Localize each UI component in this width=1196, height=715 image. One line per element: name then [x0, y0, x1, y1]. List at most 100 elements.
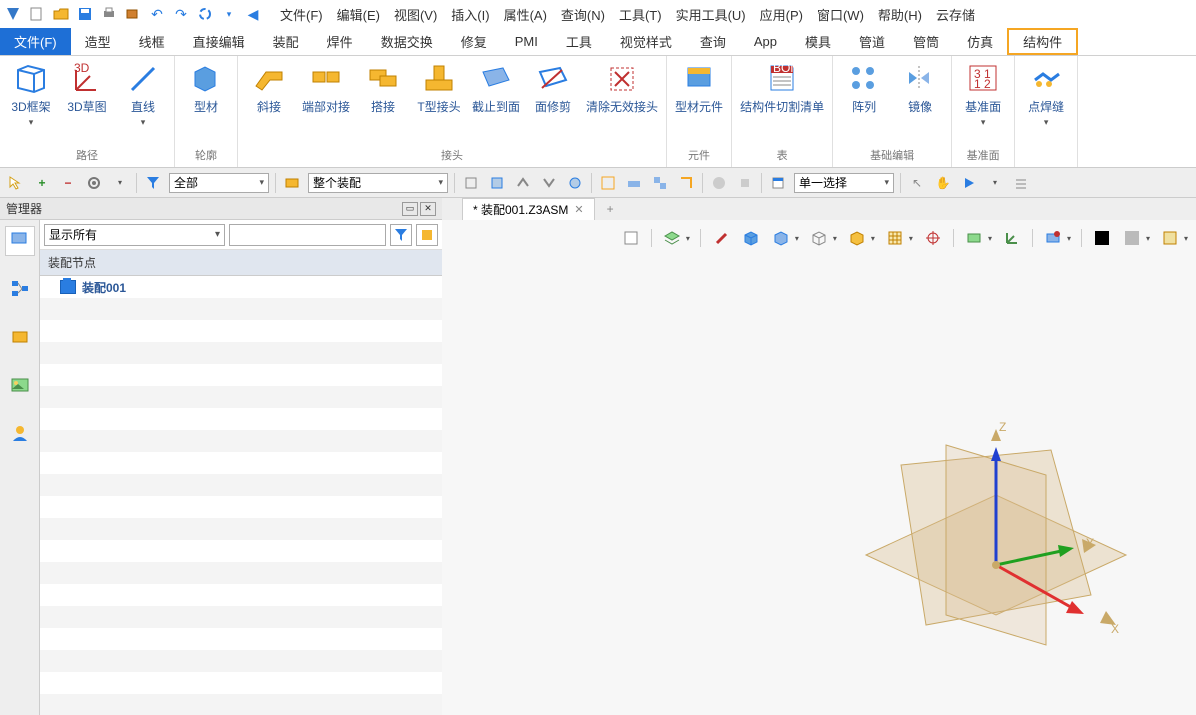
menu-view[interactable]: 视图(V) [394, 5, 437, 24]
menu-help[interactable]: 帮助(H) [878, 5, 922, 24]
tb-icon-5[interactable] [565, 173, 585, 193]
side-tab-part[interactable] [5, 322, 35, 352]
vt-gold-cube-icon[interactable] [847, 228, 867, 248]
ribbon-btn-miter[interactable]: 斜接 [246, 60, 292, 115]
ribbon-btn-component[interactable]: 型材元件 [675, 60, 723, 115]
tab-pmi[interactable]: PMI [501, 28, 552, 55]
vt-wire-cube-icon[interactable] [809, 228, 829, 248]
tab-sim[interactable]: 仿真 [953, 28, 1007, 55]
tab-query[interactable]: 查询 [686, 28, 740, 55]
vt-black-swatch[interactable] [1092, 228, 1112, 248]
new-icon[interactable] [28, 5, 46, 23]
tb-play-icon[interactable] [959, 173, 979, 193]
scope-filter-select[interactable]: 整个装配 [308, 173, 448, 193]
ribbon-btn-facetrim[interactable]: 面修剪 [530, 60, 576, 115]
manager-min-icon[interactable]: ▭ [402, 202, 418, 216]
vt-axes-icon[interactable] [1002, 228, 1022, 248]
tb-icon-6[interactable] [598, 173, 618, 193]
tb-icon-3[interactable] [513, 173, 533, 193]
vt-cube-side-icon[interactable] [771, 228, 791, 248]
vt-fx-icon[interactable] [1160, 228, 1180, 248]
tb-icon-10[interactable] [709, 173, 729, 193]
open-icon[interactable] [52, 5, 70, 23]
qat-dropdown-icon[interactable]: ▾ [220, 5, 238, 23]
side-tab-user[interactable] [5, 418, 35, 448]
scope-icon[interactable] [282, 173, 302, 193]
ribbon-btn-pattern[interactable]: 阵列 [841, 60, 887, 115]
ribbon-btn-datum[interactable]: 3 11 2基准面▾ [960, 60, 1006, 128]
tab-mold[interactable]: 模具 [791, 28, 845, 55]
redo-icon[interactable]: ↷ [172, 5, 190, 23]
tab-tube[interactable]: 管筒 [899, 28, 953, 55]
ribbon-btn-lap[interactable]: 搭接 [360, 60, 406, 115]
tab-file[interactable]: 文件(F) [0, 28, 71, 55]
tab-structure[interactable]: 结构件 [1007, 28, 1078, 55]
select-mode-select[interactable]: 单一选择 [794, 173, 894, 193]
app-icon[interactable] [4, 5, 22, 23]
tab-assembly[interactable]: 装配 [259, 28, 313, 55]
tab-tools[interactable]: 工具 [552, 28, 606, 55]
menu-cloud[interactable]: 云存储 [936, 5, 975, 24]
tb-icon-8[interactable] [650, 173, 670, 193]
tb-cursor-icon[interactable]: ↖ [907, 173, 927, 193]
tab-repair[interactable]: 修复 [447, 28, 501, 55]
tb-icon-4[interactable] [539, 173, 559, 193]
document-tab[interactable]: * 装配001.Z3ASM ✕ [462, 198, 595, 220]
vt-marker-icon[interactable] [711, 228, 731, 248]
tab-wire[interactable]: 线框 [125, 28, 179, 55]
sync-icon[interactable] [196, 5, 214, 23]
ribbon-btn-trimface[interactable]: 截止到面 [472, 60, 520, 115]
tb-icon-12[interactable] [768, 173, 788, 193]
close-tab-icon[interactable]: ✕ [574, 203, 583, 216]
ribbon-btn-butt[interactable]: 端部对接 [302, 60, 350, 115]
back-icon[interactable]: ◀ [244, 5, 262, 23]
tb-icon-7[interactable] [624, 173, 644, 193]
vt-plane-icon[interactable] [964, 228, 984, 248]
gear-icon[interactable] [84, 173, 104, 193]
menu-attr[interactable]: 属性(A) [504, 5, 547, 24]
menu-query[interactable]: 查询(N) [561, 5, 605, 24]
show-filter-select[interactable]: 显示所有 [44, 224, 225, 246]
ribbon-btn-tjoint[interactable]: T型接头 [416, 60, 462, 115]
vt-grid-icon[interactable] [885, 228, 905, 248]
tb-icon-1[interactable] [461, 173, 481, 193]
print-icon[interactable] [100, 5, 118, 23]
tb-icon-2[interactable] [487, 173, 507, 193]
ribbon-btn-mirror[interactable]: 镜像 [897, 60, 943, 115]
tb-dd-icon[interactable]: ▾ [985, 173, 1005, 193]
menu-tools[interactable]: 工具(T) [619, 5, 662, 24]
tab-shape[interactable]: 造型 [71, 28, 125, 55]
vt-sheet-icon[interactable] [621, 228, 641, 248]
ribbon-btn-clearjoint[interactable]: 清除无效接头 [586, 60, 658, 115]
side-tab-hierarchy[interactable] [5, 274, 35, 304]
viewport-3d[interactable]: Z Y X [442, 252, 1196, 715]
vt-cube-solid-icon[interactable] [741, 228, 761, 248]
vt-show-icon[interactable] [1043, 228, 1063, 248]
tab-weld[interactable]: 焊件 [313, 28, 367, 55]
vt-grey-swatch[interactable] [1122, 228, 1142, 248]
vt-target-icon[interactable] [923, 228, 943, 248]
menu-app[interactable]: 应用(P) [760, 5, 803, 24]
ribbon-btn-bom[interactable]: BOM结构件切割清单 [740, 60, 824, 115]
undo-icon[interactable]: ↶ [148, 5, 166, 23]
ribbon-btn-sketch3d[interactable]: 3D3D草图 [64, 60, 110, 115]
side-tab-tree[interactable] [5, 226, 35, 256]
new-tab-icon[interactable]: + [607, 202, 614, 216]
entity-filter-select[interactable]: 全部 [169, 173, 269, 193]
tb-icon-9[interactable] [676, 173, 696, 193]
tree-filter-btn[interactable] [390, 224, 412, 246]
tree-root-item[interactable]: 装配001 [40, 276, 442, 298]
side-tab-image[interactable] [5, 370, 35, 400]
menu-window[interactable]: 窗口(W) [817, 5, 864, 24]
tb-hand-icon[interactable]: ✋ [933, 173, 953, 193]
tb-more-icon[interactable] [1011, 173, 1031, 193]
viewport-area[interactable]: ▾ ▾ ▾ ▾ ▾ ▾ ▾ ▾ ▾ [442, 220, 1196, 715]
tb-icon-11[interactable] [735, 173, 755, 193]
add-icon[interactable]: + [32, 173, 52, 193]
ribbon-btn-profile[interactable]: 型材 [183, 60, 229, 115]
tree-search-input[interactable] [229, 224, 386, 246]
ribbon-btn-line[interactable]: 直线▾ [120, 60, 166, 128]
tab-visual[interactable]: 视觉样式 [606, 28, 686, 55]
menu-utilities[interactable]: 实用工具(U) [676, 5, 746, 24]
select-icon[interactable] [6, 173, 26, 193]
